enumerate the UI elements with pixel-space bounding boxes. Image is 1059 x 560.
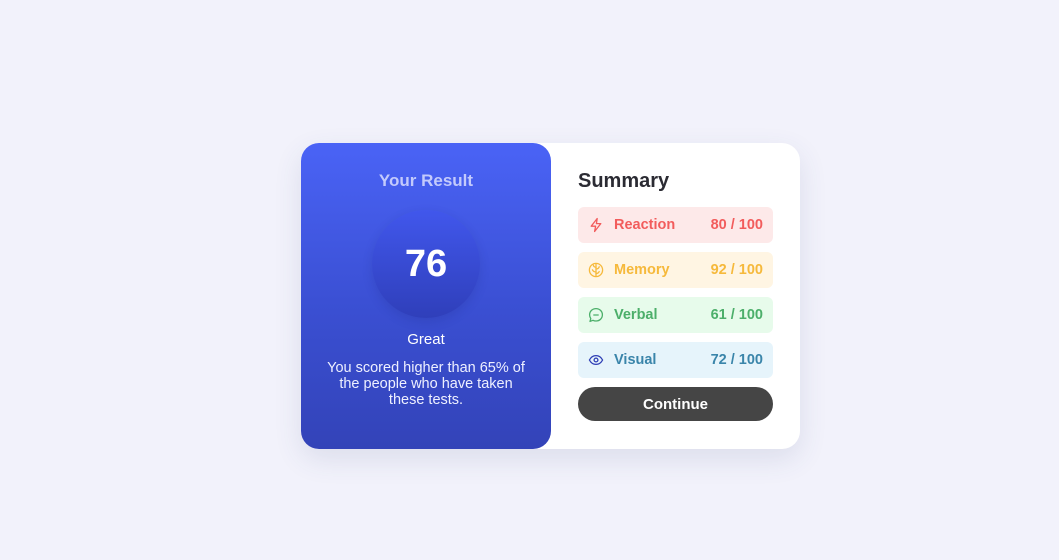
percentile-description: You scored higher than 65% of the people… bbox=[327, 360, 525, 408]
lightning-icon bbox=[588, 217, 604, 233]
score-circle: 76 bbox=[372, 210, 480, 318]
rating-label: Great bbox=[407, 331, 445, 348]
summary-list: Reaction 80 / 100 Memory 92 / 100 Verbal… bbox=[578, 207, 773, 378]
chat-bubble-icon bbox=[588, 307, 604, 323]
score-value: 76 bbox=[404, 242, 448, 285]
summary-item-score: 72 / 100 bbox=[710, 352, 763, 368]
summary-item-visual: Visual 72 / 100 bbox=[578, 342, 773, 378]
summary-item-label: Verbal bbox=[614, 307, 658, 323]
summary-item-label: Visual bbox=[614, 352, 657, 368]
summary-title: Summary bbox=[578, 170, 670, 192]
brain-icon bbox=[588, 262, 604, 278]
summary-item-label: Memory bbox=[614, 262, 670, 278]
eye-icon bbox=[588, 352, 604, 368]
summary-item-label: Reaction bbox=[614, 217, 676, 233]
summary-item-verbal: Verbal 61 / 100 bbox=[578, 297, 773, 333]
summary-item-reaction: Reaction 80 / 100 bbox=[578, 207, 773, 243]
result-heading: Your Result bbox=[378, 171, 474, 190]
summary-panel: Summary Reaction 80 / 100 Memory 92 / 10… bbox=[551, 143, 800, 449]
summary-item-score: 80 / 100 bbox=[710, 217, 763, 233]
summary-item-memory: Memory 92 / 100 bbox=[578, 252, 773, 288]
continue-button[interactable]: Continue bbox=[578, 387, 773, 421]
result-card: Your Result 76 Great You scored higher t… bbox=[301, 143, 800, 449]
summary-item-score: 92 / 100 bbox=[710, 262, 763, 278]
summary-item-score: 61 / 100 bbox=[710, 307, 763, 323]
result-panel: Your Result 76 Great You scored higher t… bbox=[301, 143, 551, 449]
